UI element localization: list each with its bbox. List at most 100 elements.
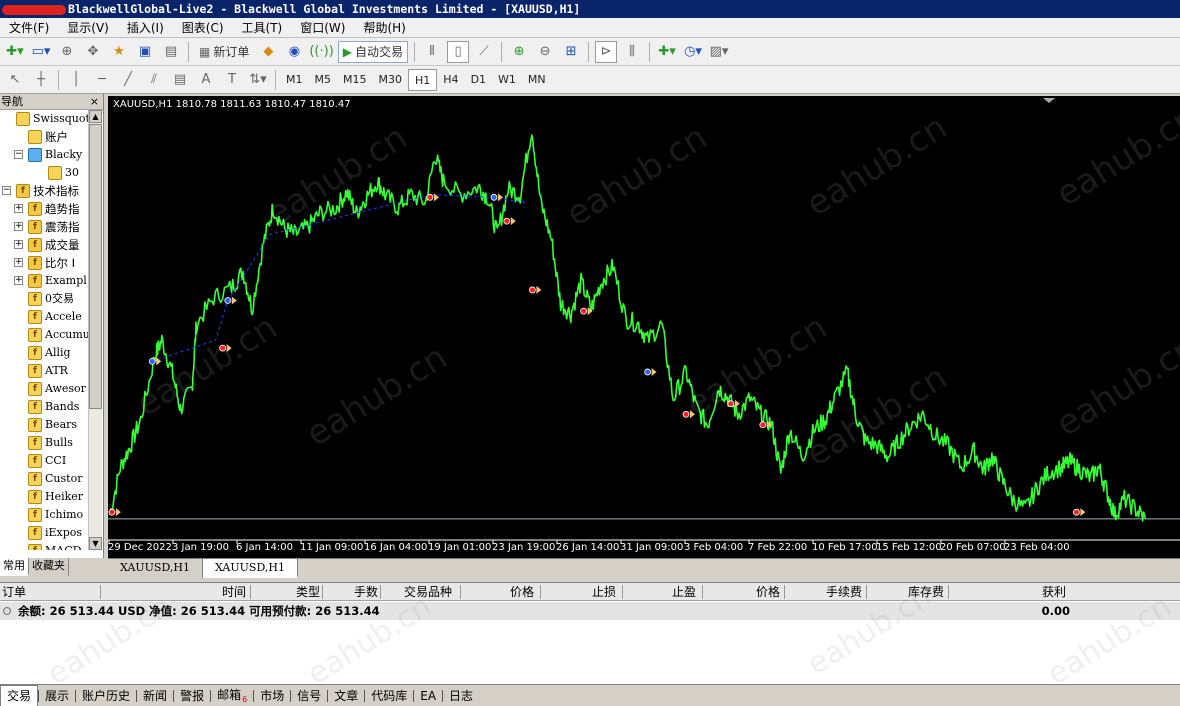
- navigator-item[interactable]: + f Exampl: [0, 272, 88, 290]
- buy-marker[interactable]: [224, 296, 237, 305]
- navigator-item[interactable]: f Bulls: [0, 434, 88, 452]
- menu-item[interactable]: 窗口(W): [291, 18, 354, 38]
- navigator-scrollbar[interactable]: ▲ ▼: [88, 110, 102, 550]
- new-order-button[interactable]: ▦ 新订单: [195, 41, 253, 63]
- sell-marker[interactable]: [503, 217, 516, 226]
- timeframe-h1-button[interactable]: H1: [408, 68, 438, 91]
- terminal-tab[interactable]: 警报: [174, 686, 210, 706]
- market-icon[interactable]: ◉: [283, 41, 305, 63]
- chart-shift-icon[interactable]: ⫼: [621, 41, 643, 63]
- sell-marker[interactable]: [682, 410, 695, 419]
- timeframe-d1-button[interactable]: D1: [465, 69, 492, 91]
- favorites-icon[interactable]: ★: [108, 41, 130, 63]
- sell-marker[interactable]: [219, 344, 232, 353]
- vertical-line-icon[interactable]: │: [65, 69, 87, 91]
- line-chart-icon[interactable]: ⟋: [473, 41, 495, 63]
- navigator-tab[interactable]: 收藏夹: [29, 558, 69, 576]
- column-header[interactable]: 库存费: [908, 583, 944, 601]
- trendline-icon[interactable]: ╱: [117, 69, 139, 91]
- candlestick-icon[interactable]: ▯: [447, 40, 470, 63]
- scroll-up-icon[interactable]: ▲: [89, 110, 102, 123]
- channel-icon[interactable]: ⫽: [143, 69, 165, 91]
- navigator-item[interactable]: Swissquote B: [0, 110, 88, 128]
- periods-icon[interactable]: ◷▾: [682, 41, 704, 63]
- bar-chart-icon[interactable]: ⫴: [421, 41, 443, 63]
- column-header[interactable]: 获利: [1042, 583, 1066, 601]
- navigator-item[interactable]: 账户: [0, 128, 88, 146]
- arrows-icon[interactable]: ⇅▾: [247, 69, 269, 91]
- column-header[interactable]: 手数: [354, 583, 378, 601]
- navigator-item[interactable]: f Accumu: [0, 326, 88, 344]
- scroll-thumb[interactable]: [89, 124, 102, 409]
- zoom-out-icon[interactable]: ⊖: [534, 41, 556, 63]
- navigator-item[interactable]: + f 震荡指: [0, 218, 88, 236]
- expand-icon[interactable]: +: [14, 222, 23, 231]
- buy-marker[interactable]: [490, 193, 503, 202]
- navigator-item[interactable]: f iExpos: [0, 524, 88, 542]
- chart-tab[interactable]: XAUUSD,H1: [108, 559, 203, 578]
- column-header[interactable]: 止损: [592, 583, 616, 601]
- navigator-item[interactable]: fMACD: [0, 542, 88, 550]
- chart-shift-marker[interactable]: [1043, 98, 1055, 103]
- menu-item[interactable]: 文件(F): [0, 18, 58, 38]
- zoom-chart-icon[interactable]: ⊕: [56, 41, 78, 63]
- navigator-item[interactable]: f Accele: [0, 308, 88, 326]
- column-header[interactable]: 类型: [296, 583, 320, 601]
- timeframe-h4-button[interactable]: H4: [437, 69, 464, 91]
- column-header[interactable]: 价格: [510, 583, 534, 601]
- text-tool-icon[interactable]: A: [195, 69, 217, 91]
- navigator-tab[interactable]: 常用: [0, 558, 29, 576]
- column-header[interactable]: 订单: [2, 583, 26, 601]
- navigator-item[interactable]: − f 技术指标: [0, 182, 88, 200]
- zoom-in-icon[interactable]: ⊕: [508, 41, 530, 63]
- timeframe-m30-button[interactable]: M30: [373, 69, 409, 91]
- navigator-item[interactable]: f Custor: [0, 470, 88, 488]
- terminal-tab[interactable]: 邮箱6: [211, 685, 253, 706]
- timeframe-m5-button[interactable]: M5: [309, 69, 338, 91]
- navigator-item[interactable]: f ATR: [0, 362, 88, 380]
- column-header[interactable]: 止盈: [672, 583, 696, 601]
- crosshair-nav-icon[interactable]: ✥: [82, 41, 104, 63]
- navigator-item[interactable]: + f 比尔 I: [0, 254, 88, 272]
- navigator-item[interactable]: + f 趋势指: [0, 200, 88, 218]
- terminal-tab[interactable]: 信号: [291, 686, 327, 706]
- text-label-icon[interactable]: T: [221, 69, 243, 91]
- terminal-tab[interactable]: EA: [414, 686, 442, 706]
- indicators-icon[interactable]: ✚▾: [656, 41, 678, 63]
- collapse-icon[interactable]: −: [2, 186, 11, 195]
- terminal-tab[interactable]: 账户历史: [76, 686, 136, 706]
- navigator-item[interactable]: f Heiker: [0, 488, 88, 506]
- terminal-tab[interactable]: 文章: [328, 686, 364, 706]
- expert-icon[interactable]: ◆: [257, 41, 279, 63]
- navigator-item[interactable]: f Awesor: [0, 380, 88, 398]
- timeframe-mn-button[interactable]: MN: [522, 69, 552, 91]
- signal-icon[interactable]: ((·)): [309, 41, 333, 63]
- navigator-item[interactable]: − Blacky: [0, 146, 88, 164]
- navigator-close-button[interactable]: ×: [90, 94, 99, 110]
- menu-item[interactable]: 帮助(H): [354, 18, 414, 38]
- terminal-tab[interactable]: 日志: [443, 686, 479, 706]
- tile-windows-icon[interactable]: ⊞: [560, 41, 582, 63]
- timeframe-m1-button[interactable]: M1: [280, 69, 309, 91]
- new-chart-icon[interactable]: ✚▾: [4, 41, 26, 63]
- column-header[interactable]: 时间: [222, 583, 246, 601]
- timeframe-m15-button[interactable]: M15: [337, 69, 373, 91]
- crosshair-icon[interactable]: ┼: [30, 69, 52, 91]
- navigator-item[interactable]: f 0交易: [0, 290, 88, 308]
- navigator-item[interactable]: 30: [0, 164, 88, 182]
- menu-item[interactable]: 图表(C): [173, 18, 233, 38]
- sell-marker[interactable]: [108, 508, 121, 517]
- terminal-toggle-icon[interactable]: ▤: [160, 41, 182, 63]
- navigator-item[interactable]: f Bears: [0, 416, 88, 434]
- expand-icon[interactable]: +: [14, 240, 23, 249]
- terminal-tab[interactable]: 市场: [254, 686, 290, 706]
- cursor-icon[interactable]: ↖: [4, 69, 26, 91]
- sell-marker[interactable]: [528, 285, 542, 294]
- terminal-tab[interactable]: 代码库: [365, 686, 413, 706]
- scroll-down-icon[interactable]: ▼: [89, 537, 102, 550]
- buy-marker[interactable]: [644, 367, 657, 376]
- column-header[interactable]: 交易品种: [404, 583, 452, 601]
- expand-icon[interactable]: +: [14, 258, 23, 267]
- sell-marker[interactable]: [1073, 508, 1086, 517]
- horizontal-line-icon[interactable]: ─: [91, 69, 113, 91]
